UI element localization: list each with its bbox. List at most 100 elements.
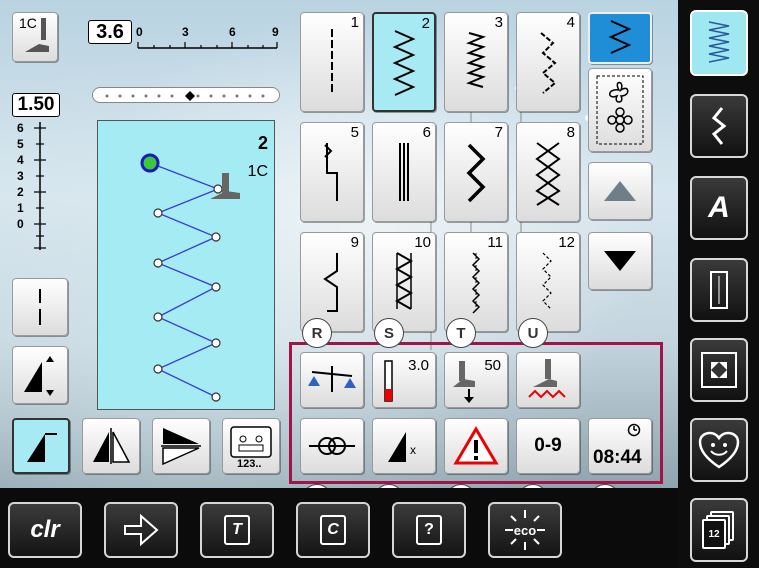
stitch-button-11[interactable]: 11: [444, 232, 508, 332]
stitch-width-scale: 6 5 4 3 2 1 0: [10, 118, 50, 258]
label-v: V: [302, 484, 332, 488]
stitch-button-2[interactable]: 2: [372, 12, 436, 112]
mirror-horizontal-button[interactable]: [82, 418, 140, 474]
stitch-balance-button[interactable]: [12, 346, 68, 404]
consultant-label: C: [327, 521, 339, 538]
pattern-repeat-icon: x: [388, 432, 416, 462]
presser-foot-label: 1C: [19, 15, 37, 31]
presser-foot-lift-button[interactable]: [516, 352, 580, 408]
presser-pressure-button[interactable]: 50: [444, 352, 508, 408]
stitch-length-scale: 0 3 6 9: [132, 25, 282, 52]
heart-smile-icon: [698, 431, 740, 469]
label-s: S: [374, 318, 404, 348]
book-t-icon: T: [224, 515, 250, 545]
stitch-number: 4: [566, 14, 575, 31]
needle-position-slider[interactable]: [92, 87, 280, 103]
zigzag-tab-icon: [608, 20, 632, 54]
mirror-vertical-button[interactable]: [152, 418, 210, 474]
stitch-pattern-icon: [708, 21, 730, 63]
stitch-button-7[interactable]: 7: [444, 122, 508, 222]
practical-stitches-menu-button[interactable]: [690, 10, 748, 76]
width-tick-label: 1: [17, 201, 24, 215]
stitch-number: 1: [350, 14, 359, 31]
needle-stop-value: 3.0: [408, 357, 429, 374]
counter-button[interactable]: 0-9: [516, 418, 580, 474]
stitch-width-value[interactable]: 1.50: [12, 93, 60, 117]
stitch-button-10[interactable]: 10: [372, 232, 436, 332]
clock-time: 08:44: [593, 447, 642, 468]
warning-button[interactable]: [444, 418, 508, 474]
memory-menu-button[interactable]: 12: [690, 498, 748, 562]
stitch-number: 3: [494, 14, 503, 31]
width-tick-label: 5: [17, 137, 24, 151]
stitch-preview: 2 1C: [97, 120, 275, 410]
stitch-button-12[interactable]: 12: [516, 232, 580, 332]
honeycomb-stitch-icon: [535, 142, 561, 206]
stitch-button-4[interactable]: 4: [516, 12, 580, 112]
pattern-repeat-button[interactable]: x: [372, 418, 436, 474]
double-overlock-icon: [394, 252, 414, 310]
quilt-block-icon: [701, 352, 737, 388]
slider-thumb: [185, 91, 195, 101]
securing-stitch-icon: [324, 143, 338, 201]
stitch-button-6[interactable]: 6: [372, 122, 436, 222]
width-tick-label: 3: [17, 169, 24, 183]
stitch-button-8[interactable]: 8: [516, 122, 580, 222]
stitch-length-value[interactable]: 3.6: [88, 20, 132, 44]
mirror-left-right-icon: [93, 428, 131, 464]
foot-lift-icon: [528, 359, 566, 399]
stitch-button-3[interactable]: 3: [444, 12, 508, 112]
presser-foot-button[interactable]: 1C: [12, 12, 58, 62]
tutorial-button[interactable]: T: [200, 502, 274, 558]
mirror-up-down-icon: [161, 428, 201, 466]
balance-button[interactable]: [300, 352, 364, 408]
stitch-number: 5: [350, 124, 359, 141]
stitch-number: 8: [566, 124, 575, 141]
needle-stop-button[interactable]: 3.0: [372, 352, 436, 408]
practical-stitches-tab[interactable]: [588, 12, 652, 64]
svg-text:x: x: [410, 443, 416, 457]
forward-button[interactable]: [104, 502, 178, 558]
stitch-button-5[interactable]: 5: [300, 122, 364, 222]
label-x: X: [446, 484, 476, 488]
normal-pattern-button[interactable]: [12, 418, 70, 474]
length-tick-label: 6: [229, 25, 236, 39]
clock-button[interactable]: 08:44: [588, 418, 652, 474]
stitch-number: 12: [558, 234, 575, 251]
securing-button[interactable]: [300, 418, 364, 474]
stitch-button-1[interactable]: 1: [300, 12, 364, 112]
main-screen: 1C 3.6 0 3 6 9 1.50 6 5 4 3 2 1 0 2 1C 1…: [0, 0, 678, 488]
scroll-down-button[interactable]: [588, 232, 652, 290]
stitch-number: 7: [494, 124, 503, 141]
decorative-stitches-menu-button[interactable]: [690, 94, 748, 158]
width-tick-label: 2: [17, 185, 24, 199]
warning-triangle-icon: [453, 426, 499, 465]
creative-consultant-button[interactable]: C: [296, 502, 370, 558]
counter-label: 0-9: [534, 435, 562, 456]
clear-button[interactable]: clr: [8, 502, 82, 558]
help-button[interactable]: ?: [392, 502, 466, 558]
pattern-start-icon: [27, 433, 57, 462]
gathering-stitch-icon: [542, 252, 552, 310]
scroll-up-button[interactable]: [588, 162, 652, 220]
width-tick-label: 6: [17, 121, 24, 135]
bottom-toolbar: clr T C ? eco: [0, 488, 678, 568]
personal-program-menu-button[interactable]: [690, 418, 748, 482]
straight-stitch-button[interactable]: [12, 278, 68, 336]
decorative-stitches-tab[interactable]: [588, 68, 652, 152]
length-tick-label: 0: [136, 25, 143, 39]
triple-straight-icon: [399, 143, 409, 201]
stitch-button-9[interactable]: 9: [300, 232, 364, 332]
label-r: R: [302, 318, 332, 348]
stacked-pages-icon: 12: [702, 511, 736, 549]
right-sidebar: A 12: [678, 0, 759, 568]
triple-zigzag-icon: [466, 143, 486, 203]
memory-button[interactable]: 123..: [222, 418, 280, 474]
stitch-number: 11: [487, 234, 503, 251]
stitch-width-text: 1.50: [17, 94, 55, 115]
buttonholes-menu-button[interactable]: [690, 258, 748, 322]
alphabets-menu-button[interactable]: A: [690, 176, 748, 240]
clear-label: clr: [30, 516, 60, 543]
quilt-stitches-menu-button[interactable]: [690, 338, 748, 402]
eco-button[interactable]: eco: [488, 502, 562, 558]
